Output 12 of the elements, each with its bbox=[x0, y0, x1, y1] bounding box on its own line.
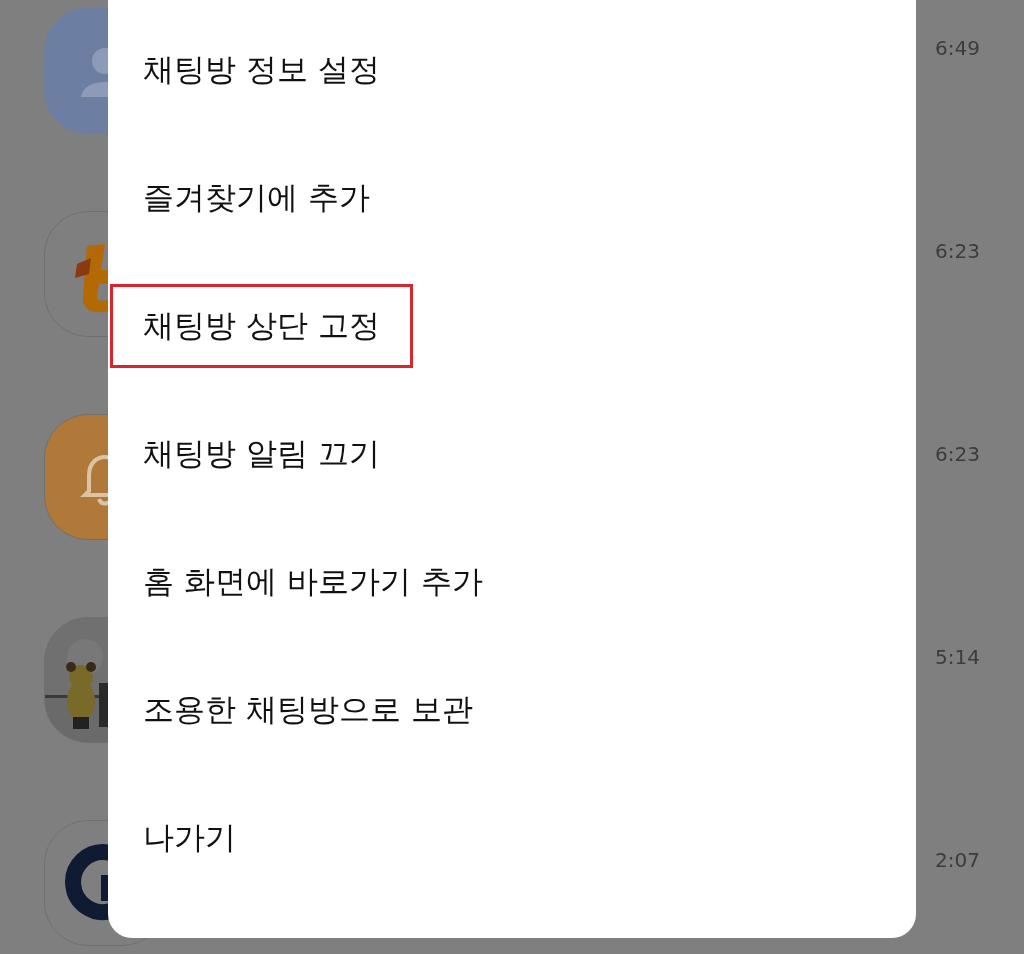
menu-item[interactable]: 홈 화면에 바로가기 추가 bbox=[113, 543, 513, 621]
menu-item[interactable]: 나가기 bbox=[113, 799, 266, 877]
chat-time: 6:49 bbox=[935, 36, 980, 60]
menu-item[interactable]: 채팅방 상단 고정 bbox=[113, 287, 410, 365]
chat-time: 6:23 bbox=[935, 442, 980, 466]
menu-item[interactable]: 채팅방 정보 설정 bbox=[113, 31, 410, 109]
chat-time: 6:23 bbox=[935, 239, 980, 263]
menu-item[interactable]: 즐겨찾기에 추가 bbox=[113, 159, 400, 237]
menu-item[interactable]: 조용한 채팅방으로 보관 bbox=[113, 671, 503, 749]
chat-time: 5:14 bbox=[935, 645, 980, 669]
menu-item[interactable]: 채팅방 알림 끄기 bbox=[113, 415, 410, 493]
chat-time: 2:07 bbox=[935, 848, 980, 872]
